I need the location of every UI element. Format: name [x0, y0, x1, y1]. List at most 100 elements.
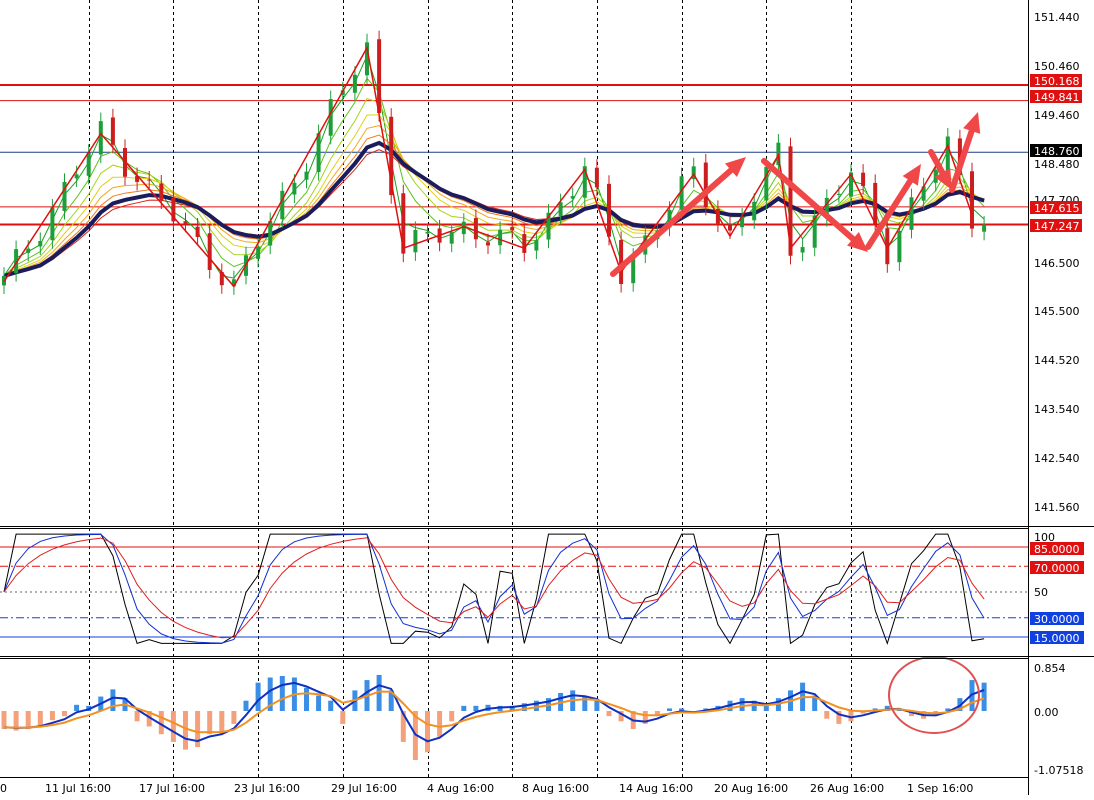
- candle[interactable]: [50, 207, 55, 241]
- candle[interactable]: [449, 232, 454, 244]
- candle[interactable]: [800, 247, 805, 253]
- candle[interactable]: [522, 234, 527, 253]
- candle[interactable]: [607, 183, 611, 237]
- macd-histogram-bar[interactable]: [328, 700, 334, 711]
- macd-histogram-bar[interactable]: [981, 682, 987, 711]
- time-axis: 0 11 Jul 16:00 17 Jul 16:00 23 Jul 16:00…: [0, 782, 973, 795]
- trading-chart[interactable]: 151.440 150.460 149.460 148.480 146.500 …: [0, 0, 1094, 795]
- candle[interactable]: [534, 240, 539, 251]
- macd-histogram-bar[interactable]: [594, 700, 600, 711]
- price-tick: 141.560: [1034, 501, 1080, 514]
- candle[interactable]: [473, 218, 478, 240]
- candle[interactable]: [594, 167, 599, 188]
- macd-histogram-bar[interactable]: [134, 711, 140, 722]
- time-tick: 4 Aug 16:00: [427, 782, 494, 795]
- macd-histogram-bar[interactable]: [437, 711, 443, 737]
- candle[interactable]: [304, 171, 309, 180]
- level-label: 147.247: [1034, 220, 1080, 233]
- candle[interactable]: [292, 182, 297, 195]
- macd-histogram-bar[interactable]: [739, 698, 745, 711]
- macd-histogram-bar[interactable]: [74, 704, 80, 711]
- macd-histogram-bar[interactable]: [425, 711, 430, 753]
- time-tick: 0: [0, 782, 7, 795]
- macd-histogram-bar[interactable]: [219, 711, 225, 735]
- macd-histogram-bar[interactable]: [62, 711, 67, 717]
- candle[interactable]: [159, 183, 164, 201]
- price-tick: 146.500: [1034, 257, 1080, 270]
- osc-level-label: 15.0000: [1034, 632, 1080, 645]
- macd-tick: -1.07518: [1034, 764, 1083, 777]
- macd-histogram-bar[interactable]: [763, 705, 769, 711]
- candle[interactable]: [352, 74, 357, 93]
- macd-tick: 0.854: [1034, 662, 1066, 675]
- macd-histogram-bar[interactable]: [824, 711, 830, 719]
- level-label: 150.168: [1034, 75, 1080, 88]
- candle[interactable]: [498, 229, 503, 246]
- candle[interactable]: [280, 190, 285, 220]
- candle[interactable]: [982, 224, 987, 232]
- candle[interactable]: [873, 182, 878, 225]
- time-tick: 17 Jul 16:00: [139, 782, 205, 795]
- candle[interactable]: [195, 226, 200, 237]
- candle[interactable]: [110, 117, 115, 145]
- macd-histogram-bar[interactable]: [170, 711, 176, 742]
- macd-histogram-bar[interactable]: [279, 675, 285, 711]
- price-tick: 148.480: [1034, 158, 1080, 171]
- macd-histogram-bar[interactable]: [37, 711, 43, 727]
- candle[interactable]: [897, 230, 902, 263]
- time-tick: 26 Aug 16:00: [810, 782, 884, 795]
- candle[interactable]: [728, 224, 732, 231]
- candle[interactable]: [909, 197, 914, 230]
- candle[interactable]: [861, 172, 866, 186]
- candle[interactable]: [26, 248, 31, 253]
- candle[interactable]: [752, 201, 757, 221]
- candle[interactable]: [86, 152, 91, 176]
- macd-histogram-bar[interactable]: [255, 682, 261, 711]
- osc-level-label: 70.0000: [1034, 562, 1080, 575]
- candle[interactable]: [486, 242, 490, 246]
- candle[interactable]: [413, 229, 418, 253]
- macd-histogram-bar[interactable]: [582, 695, 588, 711]
- candle[interactable]: [183, 221, 188, 224]
- macd-histogram-bar[interactable]: [606, 711, 612, 717]
- candle[interactable]: [425, 231, 430, 234]
- macd-histogram-bar[interactable]: [207, 711, 213, 735]
- candle[interactable]: [558, 202, 563, 216]
- candle[interactable]: [328, 99, 333, 136]
- macd-histogram-bar[interactable]: [49, 711, 55, 721]
- candle[interactable]: [703, 162, 708, 207]
- candle[interactable]: [316, 133, 321, 173]
- macd-histogram-bar[interactable]: [25, 711, 31, 730]
- candle[interactable]: [38, 241, 43, 247]
- price-tick: 142.540: [1034, 452, 1080, 465]
- chart-canvas[interactable]: 151.440 150.460 149.460 148.480 146.500 …: [0, 0, 1094, 795]
- price-tick: 143.540: [1034, 403, 1080, 416]
- macd-histogram-bar[interactable]: [449, 711, 455, 722]
- macd-histogram-bar[interactable]: [533, 700, 539, 711]
- candle[interactable]: [207, 233, 212, 271]
- candle[interactable]: [98, 121, 103, 155]
- macd-histogram-bar[interactable]: [243, 700, 249, 711]
- price-tick: 145.500: [1034, 305, 1080, 318]
- candle[interactable]: [970, 171, 974, 229]
- candle[interactable]: [147, 179, 152, 181]
- macd-histogram-bar[interactable]: [461, 705, 467, 711]
- macd-histogram-bar[interactable]: [340, 711, 346, 724]
- macd-histogram-bar[interactable]: [316, 695, 322, 711]
- candle[interactable]: [74, 174, 79, 179]
- macd-histogram-bar[interactable]: [473, 705, 479, 711]
- candle[interactable]: [836, 193, 841, 195]
- price-tick: 150.460: [1034, 60, 1080, 73]
- candle[interactable]: [570, 196, 575, 199]
- candle[interactable]: [510, 227, 515, 231]
- level-label: 149.841: [1034, 91, 1080, 104]
- candle[interactable]: [945, 136, 950, 171]
- osc-level-label: 30.0000: [1034, 613, 1080, 626]
- macd-histogram-bar[interactable]: [304, 687, 309, 711]
- macd-histogram-bar[interactable]: [183, 711, 188, 750]
- macd-histogram-bar[interactable]: [667, 708, 672, 711]
- price-tick: 151.440: [1034, 11, 1080, 24]
- macd-histogram-bar[interactable]: [231, 711, 237, 724]
- candle[interactable]: [377, 39, 382, 114]
- candle[interactable]: [256, 246, 261, 259]
